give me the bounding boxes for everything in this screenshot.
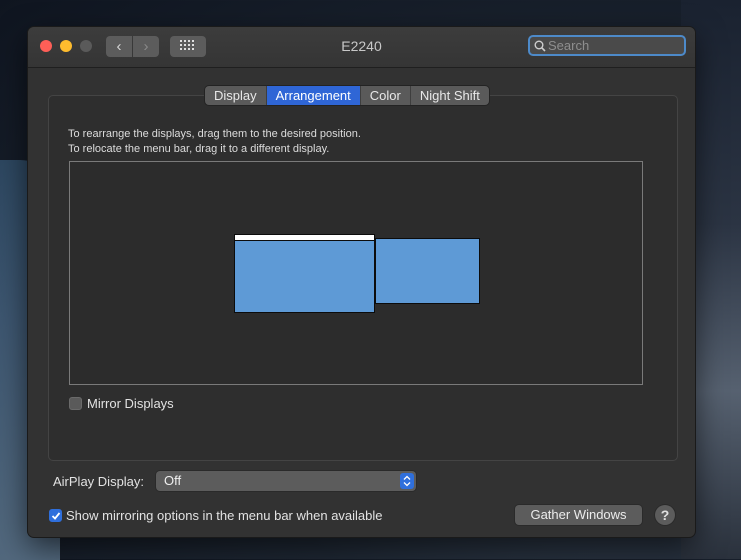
search-icon [534,40,546,52]
secondary-display[interactable] [375,238,480,304]
show-mirroring-checkbox[interactable] [49,509,62,522]
system-preferences-window: ‹ › E2240 Display Arrangement Color Ni [28,27,695,537]
gather-windows-button[interactable]: Gather Windows [515,505,642,525]
instruction-line-2: To relocate the menu bar, drag it to a d… [68,143,330,155]
primary-display[interactable] [234,234,375,313]
show-mirroring-label: Show mirroring options in the menu bar w… [66,508,383,523]
tab-display[interactable]: Display [205,86,267,105]
airplay-display-label: AirPlay Display: [53,474,145,489]
search-field[interactable] [528,35,686,56]
menu-bar-handle[interactable] [235,235,374,241]
airplay-display-value: Off [164,473,182,488]
tab-bar: Display Arrangement Color Night Shift [205,86,489,105]
arrangement-instructions: To rearrange the displays, drag them to … [68,127,361,157]
updown-arrows-icon [400,473,414,489]
instruction-line-1: To rearrange the displays, drag them to … [68,128,361,140]
tab-arrangement[interactable]: Arrangement [266,86,361,105]
mirror-displays-label: Mirror Displays [87,396,174,411]
display-arrangement-area [69,161,643,385]
search-input[interactable] [548,37,682,54]
tab-color[interactable]: Color [361,86,411,105]
help-button[interactable]: ? [655,505,675,525]
mirror-displays-checkbox[interactable] [69,397,82,410]
checkmark-icon [51,512,61,520]
airplay-display-select[interactable]: Off [156,471,416,491]
tab-night-shift[interactable]: Night Shift [411,86,489,105]
title-bar: ‹ › E2240 [28,27,695,68]
